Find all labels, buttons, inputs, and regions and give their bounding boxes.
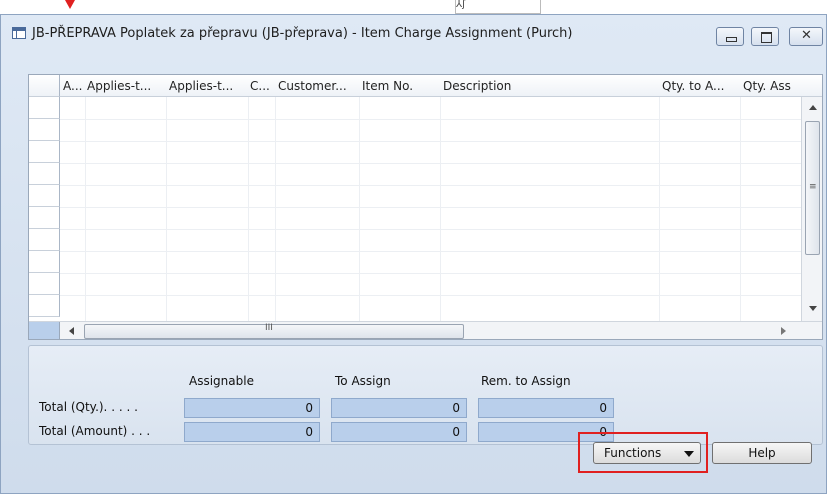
close-button[interactable]: ✕ xyxy=(789,27,823,46)
total-qty-label: Total (Qty.). . . . . xyxy=(39,400,138,414)
close-icon: ✕ xyxy=(801,28,812,43)
horizontal-scrollbar[interactable]: III xyxy=(29,321,822,339)
row-selector[interactable] xyxy=(29,295,60,317)
functions-button[interactable]: Functions xyxy=(593,442,701,464)
maximize-button[interactable] xyxy=(751,27,779,46)
selected-row-selector[interactable] xyxy=(29,322,60,339)
horizontal-scroll-thumb[interactable]: III xyxy=(84,323,464,339)
column-header-applies-to-2[interactable]: Applies-t... xyxy=(169,79,247,93)
column-header-qty-assigned[interactable]: Qty. Ass xyxy=(743,79,801,93)
vertical-scrollbar[interactable]: ≡ xyxy=(801,97,822,321)
total-amount-to-assign[interactable]: 0 xyxy=(331,422,467,442)
functions-label: Functions xyxy=(604,446,662,460)
column-header-c[interactable]: C... xyxy=(250,79,276,93)
grip-icon: ≡ xyxy=(809,182,817,192)
rem-to-assign-header: Rem. to Assign xyxy=(481,374,571,388)
assignable-header: Assignable xyxy=(189,374,254,388)
total-qty-rem-to-assign[interactable]: 0 xyxy=(478,398,614,418)
column-header-a[interactable]: A... xyxy=(63,79,85,93)
scroll-up-icon[interactable] xyxy=(809,105,817,110)
row-selector[interactable] xyxy=(29,207,60,229)
column-header-applies-to-1[interactable]: Applies-t... xyxy=(87,79,165,93)
vertical-scroll-thumb[interactable]: ≡ xyxy=(805,121,820,255)
row-selector[interactable] xyxy=(29,141,60,163)
help-button[interactable]: Help xyxy=(712,442,812,464)
item-charge-assignment-window: JB-PŘEPRAVA Poplatek za přepravu (JB-pře… xyxy=(0,14,827,494)
tooltip-fragment: ⅄ʃ xyxy=(455,0,541,14)
tooltip-text: ⅄ʃ xyxy=(456,0,466,10)
red-arrow-marker xyxy=(65,0,75,9)
window-title: JB-PŘEPRAVA Poplatek za přepravu (JB-pře… xyxy=(32,26,573,41)
column-header-description[interactable]: Description xyxy=(443,79,643,93)
column-header-customer[interactable]: Customer... xyxy=(278,79,358,93)
scroll-down-icon[interactable] xyxy=(809,306,817,311)
assignment-grid[interactable]: A... Applies-t... Applies-t... C... Cust… xyxy=(28,74,823,340)
column-header-item-no[interactable]: Item No. xyxy=(362,79,440,93)
totals-panel: Assignable To Assign Rem. to Assign Tota… xyxy=(28,345,823,445)
row-selector[interactable] xyxy=(29,185,60,207)
scroll-left-icon[interactable] xyxy=(69,327,74,335)
row-selector[interactable] xyxy=(29,273,60,295)
row-selector[interactable] xyxy=(29,163,60,185)
total-qty-to-assign[interactable]: 0 xyxy=(331,398,467,418)
total-amount-assignable[interactable]: 0 xyxy=(184,422,320,442)
column-header-qty-to-assign[interactable]: Qty. to A... xyxy=(662,79,740,93)
row-selector[interactable] xyxy=(29,119,60,141)
scroll-right-icon[interactable] xyxy=(781,327,786,335)
dropdown-arrow-icon xyxy=(684,451,694,457)
title-bar[interactable]: JB-PŘEPRAVA Poplatek za přepravu (JB-pře… xyxy=(1,15,826,53)
header-row-selector[interactable] xyxy=(29,75,60,97)
to-assign-header: To Assign xyxy=(335,374,391,388)
grip-icon: III xyxy=(265,323,273,333)
row-selector[interactable] xyxy=(29,229,60,251)
total-amount-label: Total (Amount) . . . xyxy=(39,424,151,438)
minimize-button[interactable] xyxy=(716,27,744,46)
row-selector[interactable] xyxy=(29,97,60,119)
total-qty-assignable[interactable]: 0 xyxy=(184,398,320,418)
table-icon xyxy=(12,27,26,39)
row-selector[interactable] xyxy=(29,251,60,273)
